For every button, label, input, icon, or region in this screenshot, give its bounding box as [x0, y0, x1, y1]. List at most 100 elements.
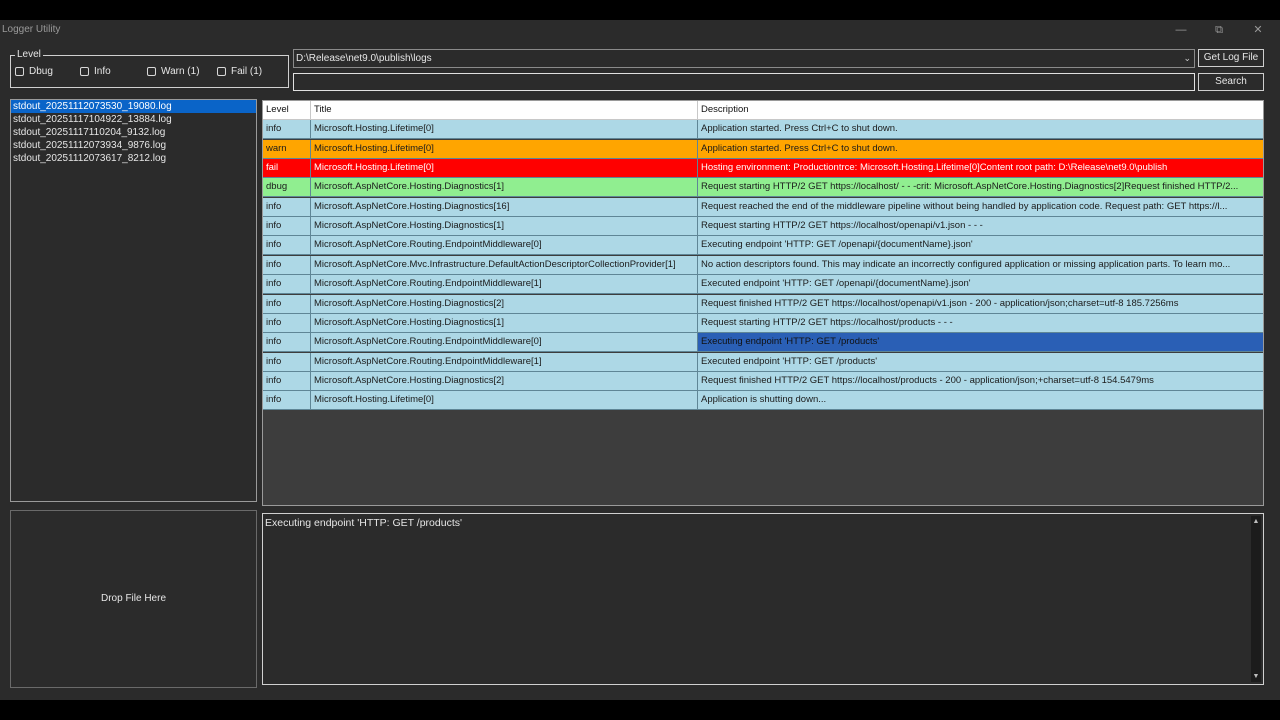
row-title-cell[interactable]: Microsoft.AspNetCore.Hosting.Diagnostics…: [311, 313, 698, 332]
row-title-cell[interactable]: Microsoft.Hosting.Lifetime[0]: [311, 120, 698, 139]
file-list-item[interactable]: stdout_20251112073617_8212.log: [11, 152, 256, 165]
row-title-cell[interactable]: Microsoft.Hosting.Lifetime[0]: [311, 391, 698, 410]
get-log-file-button[interactable]: Get Log File: [1198, 49, 1264, 67]
filter-info-checkbox[interactable]: Info: [80, 66, 111, 77]
row-level-cell[interactable]: info: [263, 275, 311, 294]
table-row[interactable]: warn Microsoft.Hosting.Lifetime[0] Applica…: [263, 139, 1263, 159]
table-row[interactable]: info Microsoft.AspNetCore.Routing.Endpoin…: [263, 352, 1263, 372]
row-level-cell[interactable]: info: [263, 313, 311, 332]
checkbox-box[interactable]: [147, 67, 156, 76]
row-title-cell[interactable]: Microsoft.AspNetCore.Routing.EndpointMid…: [311, 275, 698, 294]
file-list-item[interactable]: stdout_20251112073530_19080.log: [11, 100, 256, 113]
row-level-cell[interactable]: info: [263, 371, 311, 390]
row-description-cell[interactable]: Executing endpoint 'HTTP: GET /openapi/{…: [698, 236, 1263, 254]
table-row[interactable]: info Microsoft.Hosting.Lifetime[0] Applica…: [263, 120, 1263, 140]
row-description-cell[interactable]: Request reached the end of the middlewar…: [698, 198, 1263, 216]
filter-info-label: Info: [94, 66, 111, 77]
row-description-cell[interactable]: Executed endpoint 'HTTP: GET /openapi/{d…: [698, 275, 1263, 293]
table-row[interactable]: info Microsoft.AspNetCore.Hosting.Diagnos…: [263, 294, 1263, 314]
table-row[interactable]: info Microsoft.AspNetCore.Routing.Endpoin…: [263, 333, 1263, 353]
row-description-cell[interactable]: Hosting environment: Productiontrce: Mic…: [698, 159, 1263, 177]
chevron-down-icon[interactable]: ⌄: [1183, 50, 1191, 67]
column-header-level[interactable]: Level: [263, 101, 311, 119]
row-title-cell[interactable]: Microsoft.Hosting.Lifetime[0]: [311, 159, 698, 178]
table-row[interactable]: info Microsoft.AspNetCore.Routing.Endpoin…: [263, 275, 1263, 295]
file-list-item[interactable]: stdout_20251117110204_9132.log: [11, 126, 256, 139]
row-description-cell[interactable]: Application started. Press Ctrl+C to shu…: [698, 120, 1263, 138]
row-level-cell[interactable]: info: [263, 294, 311, 313]
row-title-cell[interactable]: Microsoft.Hosting.Lifetime[0]: [311, 139, 698, 158]
detail-text[interactable]: Executing endpoint 'HTTP: GET /products': [265, 517, 462, 529]
row-description-cell[interactable]: Request finished HTTP/2 GET https://loca…: [698, 372, 1263, 390]
file-list-item[interactable]: stdout_20251112073934_9876.log: [11, 139, 256, 152]
row-description-cell[interactable]: Request starting HTTP/2 GET https://loca…: [698, 217, 1263, 235]
row-title-cell[interactable]: Microsoft.AspNetCore.Hosting.Diagnostics…: [311, 197, 698, 216]
row-title-cell[interactable]: Microsoft.AspNetCore.Hosting.Diagnostics…: [311, 294, 698, 313]
search-input[interactable]: [293, 73, 1195, 91]
row-description-cell[interactable]: Executed endpoint 'HTTP: GET /products': [698, 353, 1263, 371]
level-filter-group: Level Dbug Info Warn (1) Fail (1): [10, 49, 289, 88]
row-level-cell[interactable]: info: [263, 217, 311, 236]
close-icon[interactable]: ✕: [1243, 21, 1273, 39]
column-header-title[interactable]: Title: [311, 101, 698, 119]
row-title-cell[interactable]: Microsoft.AspNetCore.Hosting.Diagnostics…: [311, 371, 698, 390]
row-description-cell[interactable]: Executing endpoint 'HTTP: GET /products': [698, 333, 1263, 352]
table-row[interactable]: info Microsoft.AspNetCore.Hosting.Diagnos…: [263, 197, 1263, 217]
file-list-item[interactable]: stdout_20251117104922_13884.log: [11, 113, 256, 126]
title-bar: Logger Utility — ⧉ ✕: [0, 20, 1280, 40]
minimize-icon[interactable]: —: [1166, 21, 1196, 39]
row-title-cell[interactable]: Microsoft.AspNetCore.Hosting.Diagnostics…: [311, 217, 698, 236]
row-level-cell[interactable]: info: [263, 120, 311, 139]
table-row[interactable]: info Microsoft.AspNetCore.Routing.Endpoin…: [263, 236, 1263, 256]
scroll-down-icon[interactable]: ▼: [1251, 673, 1261, 680]
grid-header-row: Level Title Description: [263, 101, 1263, 120]
row-description-cell[interactable]: Request starting HTTP/2 GET https://loca…: [698, 314, 1263, 332]
column-header-description[interactable]: Description: [698, 101, 1263, 119]
row-description-cell[interactable]: Request starting HTTP/2 GET https://loca…: [698, 178, 1263, 196]
row-level-cell[interactable]: info: [263, 391, 311, 410]
filter-warn-label: Warn (1): [161, 66, 200, 77]
log-path-dropdown[interactable]: D:\Release\net9.0\publish\logs ⌄: [293, 49, 1195, 68]
table-row[interactable]: info Microsoft.Hosting.Lifetime[0] Applica…: [263, 391, 1263, 411]
checkbox-box[interactable]: [217, 67, 226, 76]
detail-panel[interactable]: Executing endpoint 'HTTP: GET /products'…: [262, 513, 1264, 685]
row-level-cell[interactable]: fail: [263, 159, 311, 178]
restore-icon[interactable]: ⧉: [1204, 21, 1234, 39]
table-row[interactable]: info Microsoft.AspNetCore.Mvc.Infrastruct…: [263, 255, 1263, 275]
row-level-cell[interactable]: info: [263, 333, 311, 352]
filter-warn-checkbox[interactable]: Warn (1): [147, 66, 200, 77]
row-title-cell[interactable]: Microsoft.AspNetCore.Routing.EndpointMid…: [311, 236, 698, 255]
table-row[interactable]: info Microsoft.AspNetCore.Hosting.Diagnos…: [263, 313, 1263, 333]
detail-scrollbar[interactable]: ▲ ▼: [1251, 516, 1261, 682]
row-title-cell[interactable]: Microsoft.AspNetCore.Hosting.Diagnostics…: [311, 178, 698, 197]
row-level-cell[interactable]: info: [263, 236, 311, 255]
table-row[interactable]: info Microsoft.AspNetCore.Hosting.Diagnos…: [263, 217, 1263, 237]
row-title-cell[interactable]: Microsoft.AspNetCore.Mvc.Infrastructure.…: [311, 255, 698, 274]
log-grid[interactable]: Level Title Description info Microsoft.Ho…: [262, 100, 1264, 506]
filter-fail-checkbox[interactable]: Fail (1): [217, 66, 262, 77]
row-title-cell[interactable]: Microsoft.AspNetCore.Routing.EndpointMid…: [311, 333, 698, 352]
table-row[interactable]: fail Microsoft.Hosting.Lifetime[0] Hosting…: [263, 159, 1263, 179]
row-description-cell[interactable]: No action descriptors found. This may in…: [698, 256, 1263, 274]
row-level-cell[interactable]: info: [263, 197, 311, 216]
window-title: Logger Utility: [2, 24, 61, 35]
filter-dbug-label: Dbug: [29, 66, 53, 77]
checkbox-box[interactable]: [15, 67, 24, 76]
table-row[interactable]: info Microsoft.AspNetCore.Hosting.Diagnos…: [263, 371, 1263, 391]
row-description-cell[interactable]: Application is shutting down...: [698, 391, 1263, 409]
row-level-cell[interactable]: info: [263, 352, 311, 371]
table-row[interactable]: dbug Microsoft.AspNetCore.Hosting.Diagnos…: [263, 178, 1263, 198]
scroll-up-icon[interactable]: ▲: [1251, 518, 1261, 525]
filter-dbug-checkbox[interactable]: Dbug: [15, 66, 53, 77]
drop-file-zone[interactable]: Drop File Here: [10, 510, 257, 688]
search-button[interactable]: Search: [1198, 73, 1264, 91]
row-description-cell[interactable]: Application started. Press Ctrl+C to shu…: [698, 140, 1263, 158]
row-description-cell[interactable]: Request finished HTTP/2 GET https://loca…: [698, 295, 1263, 313]
row-level-cell[interactable]: dbug: [263, 178, 311, 197]
row-title-cell[interactable]: Microsoft.AspNetCore.Routing.EndpointMid…: [311, 352, 698, 371]
row-level-cell[interactable]: warn: [263, 139, 311, 158]
row-level-cell[interactable]: info: [263, 255, 311, 274]
app-window: Logger Utility — ⧉ ✕ Level Dbug Info War…: [0, 20, 1280, 700]
checkbox-box[interactable]: [80, 67, 89, 76]
log-file-list[interactable]: stdout_20251112073530_19080.log stdout_20…: [10, 99, 257, 502]
